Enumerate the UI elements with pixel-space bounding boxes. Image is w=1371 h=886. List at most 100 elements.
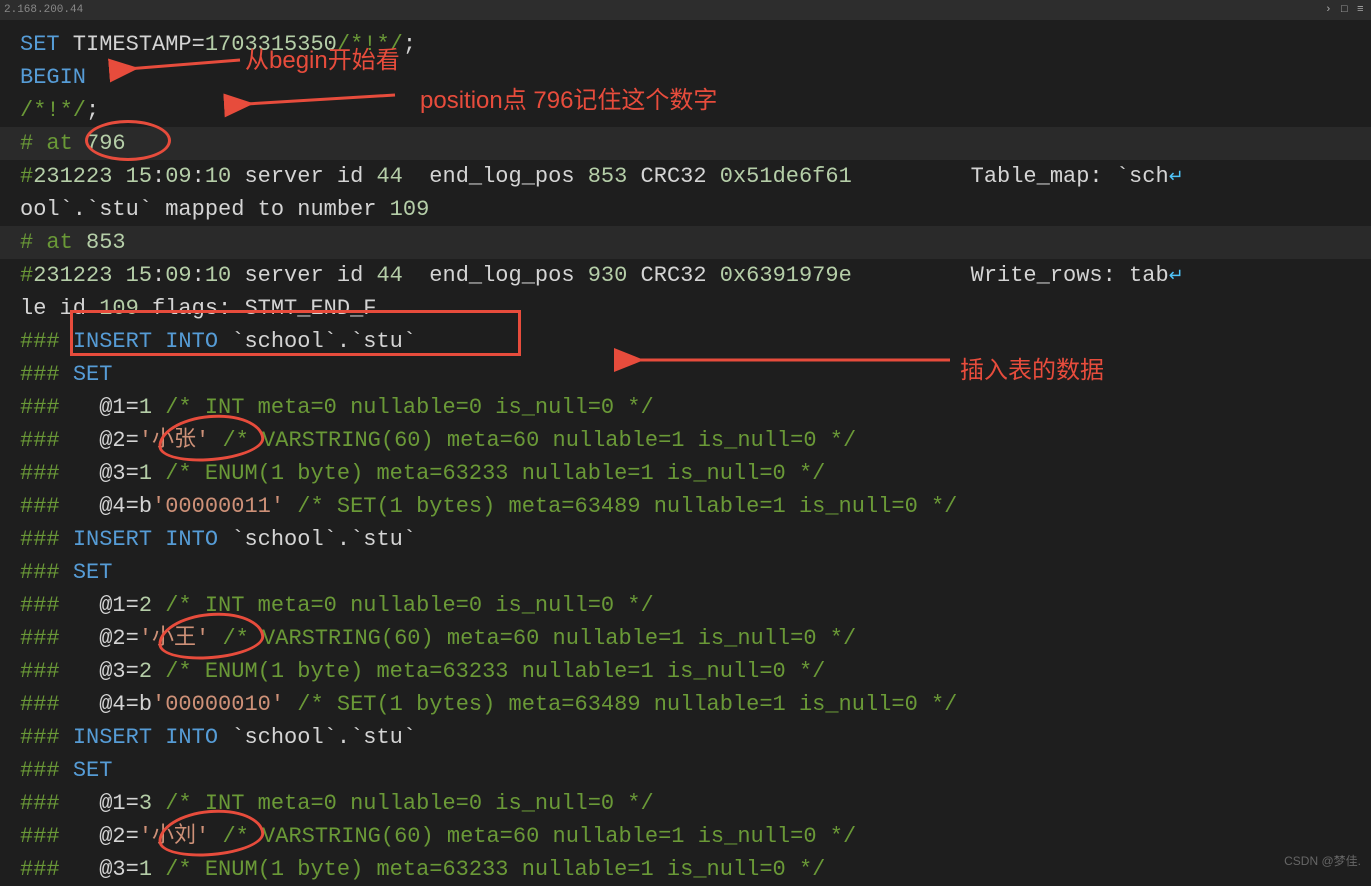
token (284, 494, 297, 519)
token: 853 (86, 230, 126, 255)
token: 15 (126, 263, 152, 288)
token: 44 (376, 164, 402, 189)
code-line[interactable]: ### INSERT INTO `school`.`stu` (0, 523, 1371, 556)
token: ### (20, 758, 73, 783)
token: /* ENUM(1 byte) meta=63233 nullable=1 is… (165, 461, 825, 486)
code-line[interactable]: # at 796 (0, 127, 1371, 160)
token: '00000011' (152, 494, 284, 519)
code-line[interactable]: ### INSERT INTO `school`.`stu` (0, 721, 1371, 754)
token: @2= (99, 824, 139, 849)
token (152, 791, 165, 816)
code-content: ### SET (20, 754, 1371, 787)
token: '00000010' (152, 692, 284, 717)
token: # (20, 164, 33, 189)
token: ### (20, 527, 73, 552)
token: SET (73, 758, 113, 783)
code-line[interactable]: ### SET (0, 358, 1371, 391)
token: ### (20, 659, 99, 684)
token: 10 (205, 164, 231, 189)
code-line[interactable]: # at 853 (0, 226, 1371, 259)
token (152, 659, 165, 684)
token: @2= (99, 428, 139, 453)
token: SET (73, 362, 113, 387)
code-line[interactable]: #231223 15:09:10 server id 44 end_log_po… (0, 160, 1371, 193)
token: /* VARSTRING(60) meta=60 nullable=1 is_n… (222, 824, 856, 849)
titlebar-ip: 2.168.200.44 (4, 4, 83, 16)
token: 231223 (33, 164, 112, 189)
maximize-icon[interactable]: □ (1341, 5, 1351, 15)
code-content: ### @3=2 /* ENUM(1 byte) meta=63233 null… (20, 655, 1371, 688)
titlebar-controls: › □ ≡ (1325, 5, 1367, 15)
titlebar: 2.168.200.44 › □ ≡ (0, 0, 1371, 20)
token: /* SET(1 bytes) meta=63489 nullable=1 is… (297, 494, 957, 519)
token: @4=b (99, 494, 152, 519)
token: ### (20, 329, 73, 354)
code-content: ### SET (20, 556, 1371, 589)
code-line[interactable]: ### @3=2 /* ENUM(1 byte) meta=63233 null… (0, 655, 1371, 688)
token: ### (20, 494, 99, 519)
token: ### (20, 857, 99, 882)
code-content: # at 853 (20, 226, 1371, 259)
menu-icon[interactable]: ≡ (1357, 5, 1367, 15)
token: /* VARSTRING(60) meta=60 nullable=1 is_n… (222, 626, 856, 651)
token: ### (20, 395, 99, 420)
token: 2 (139, 593, 152, 618)
token: SET (73, 560, 113, 585)
token: : (192, 164, 205, 189)
code-line[interactable]: ### @3=1 /* ENUM(1 byte) meta=63233 null… (0, 457, 1371, 490)
annotation-box-insert (70, 310, 521, 356)
code-content: SET TIMESTAMP=1703315350/*!*/; (20, 28, 1371, 61)
code-line[interactable]: SET TIMESTAMP=1703315350/*!*/; (0, 28, 1371, 61)
token: end_log_pos (403, 164, 588, 189)
token: @1= (99, 791, 139, 816)
token: 1 (139, 395, 152, 420)
token: ### (20, 461, 99, 486)
code-content: #231223 15:09:10 server id 44 end_log_po… (20, 160, 1371, 193)
code-line[interactable]: ### SET (0, 754, 1371, 787)
token: @2= (99, 626, 139, 651)
code-line[interactable]: ool`.`stu` mapped to number 109 (0, 193, 1371, 226)
token: 1 (139, 461, 152, 486)
token: INSERT INTO (73, 725, 218, 750)
token (112, 263, 125, 288)
token (152, 857, 165, 882)
token: @1= (99, 593, 139, 618)
token: 0x51de6f61 (720, 164, 852, 189)
token: # at (20, 230, 86, 255)
token: ### (20, 791, 99, 816)
token: server id (231, 164, 376, 189)
token: `school`.`stu` (218, 527, 416, 552)
token (152, 395, 165, 420)
token: 109 (390, 197, 430, 222)
token: server id (231, 263, 376, 288)
code-line[interactable]: ### @3=1 /* ENUM(1 byte) meta=63233 null… (0, 853, 1371, 886)
token: ### (20, 824, 99, 849)
code-content: ### @4=b'00000010' /* SET(1 bytes) meta=… (20, 688, 1371, 721)
chevron-right-icon[interactable]: › (1325, 5, 1335, 15)
token (112, 164, 125, 189)
token: SET (20, 32, 60, 57)
code-content: ### @3=1 /* ENUM(1 byte) meta=63233 null… (20, 457, 1371, 490)
code-line[interactable]: ### @4=b'00000011' /* SET(1 bytes) meta=… (0, 490, 1371, 523)
token: CRC32 (627, 164, 719, 189)
token: 1 (139, 857, 152, 882)
code-line[interactable]: BEGIN (0, 61, 1371, 94)
token: # at (20, 131, 86, 156)
code-content: BEGIN (20, 61, 1371, 94)
token: /* SET(1 bytes) meta=63489 nullable=1 is… (297, 692, 957, 717)
code-content: ool`.`stu` mapped to number 109 (20, 193, 1371, 226)
token: @4=b (99, 692, 152, 717)
token: /*!*/ (337, 32, 403, 57)
token: = (192, 32, 205, 57)
token: /*!*/ (20, 98, 86, 123)
code-line[interactable]: ### SET (0, 556, 1371, 589)
token: : (192, 263, 205, 288)
token: ### (20, 593, 99, 618)
code-line[interactable]: #231223 15:09:10 server id 44 end_log_po… (0, 259, 1371, 292)
code-line[interactable]: /*!*/; (0, 94, 1371, 127)
line-wrap-icon: ↵ (1169, 168, 1184, 188)
code-content: /*!*/; (20, 94, 1371, 127)
code-line[interactable]: ### @4=b'00000010' /* SET(1 bytes) meta=… (0, 688, 1371, 721)
token: end_log_pos (403, 263, 588, 288)
token: Write_rows: tab (852, 263, 1169, 288)
